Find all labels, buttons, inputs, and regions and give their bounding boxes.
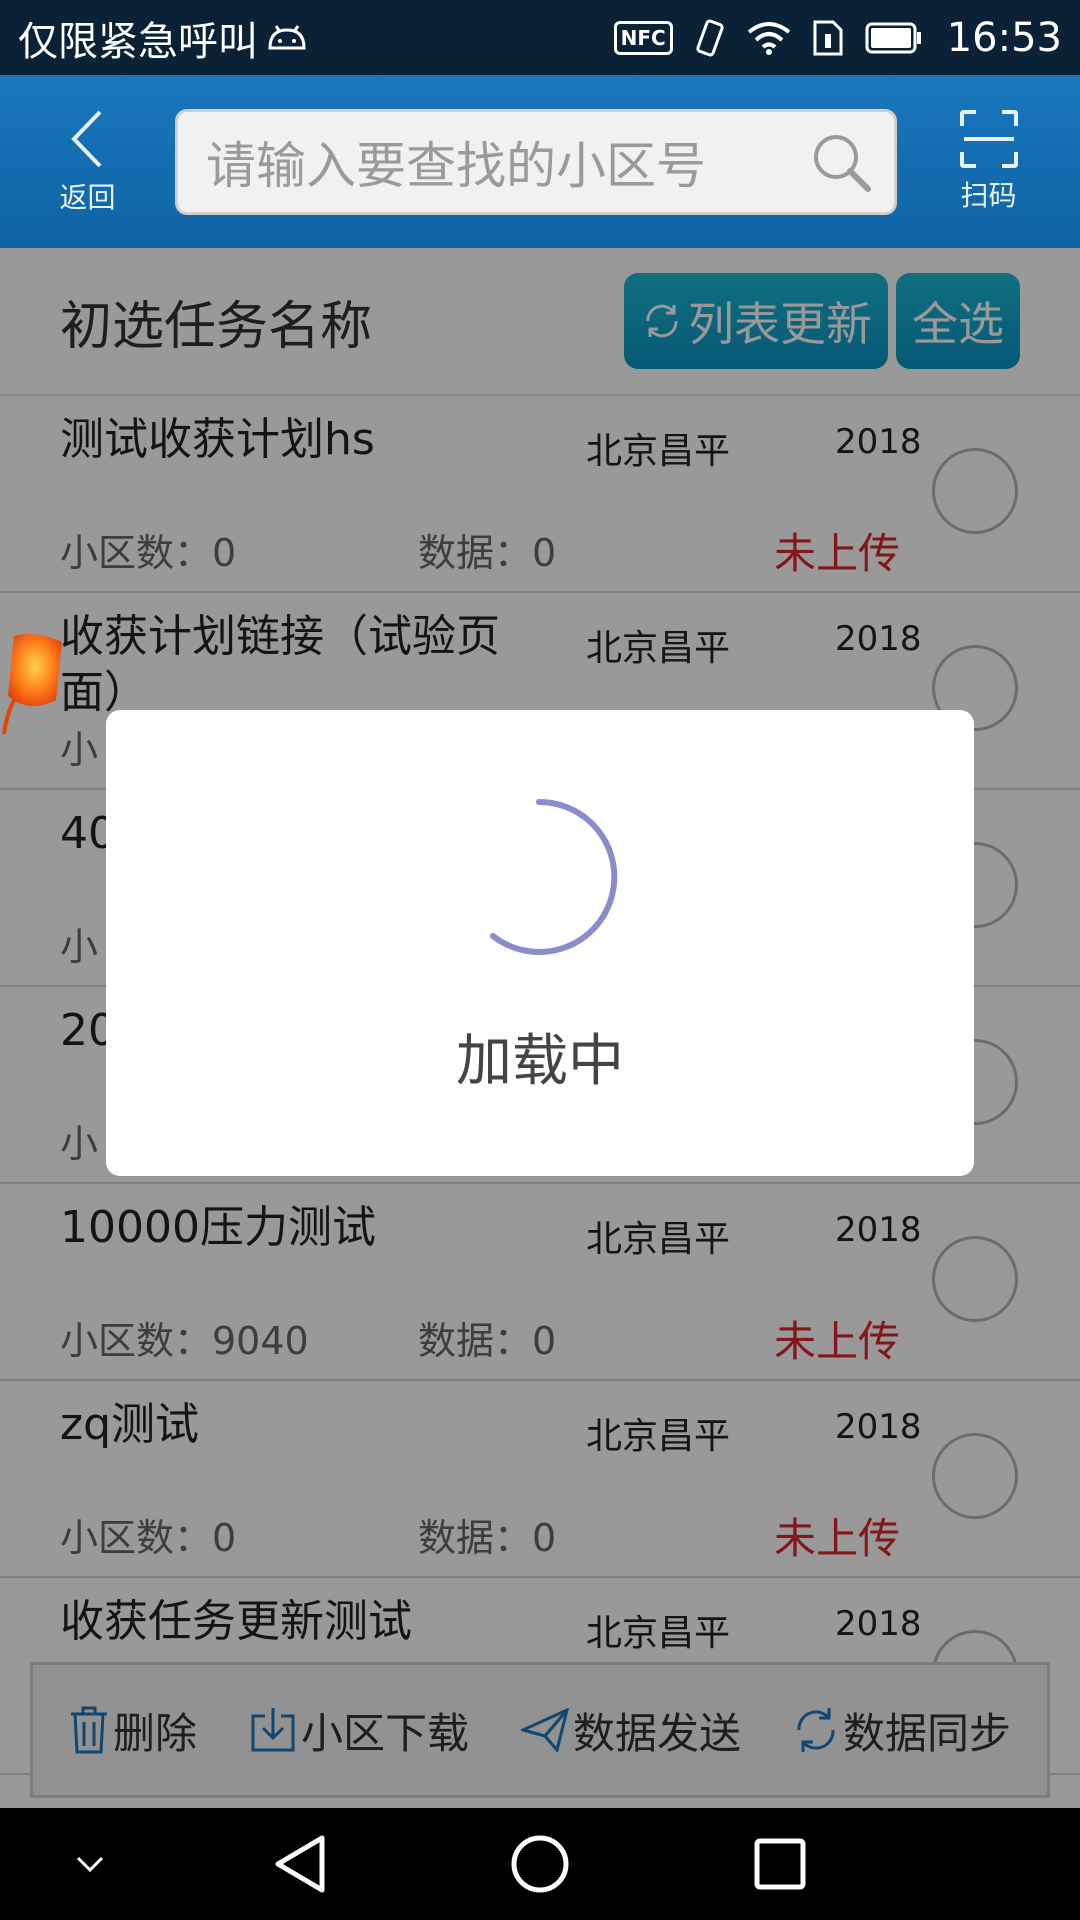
circle-home-icon [511, 1835, 569, 1893]
square-recents-icon [754, 1838, 806, 1890]
back-button[interactable]: 返回 [0, 75, 175, 248]
clock: 16:53 [946, 14, 1062, 61]
android-icon [268, 24, 306, 49]
loading-text: 加载中 [456, 1029, 624, 1094]
nav-back-button[interactable] [250, 1808, 350, 1920]
back-label: 返回 [59, 180, 116, 214]
triangle-back-icon [275, 1835, 325, 1893]
scan-label: 扫码 [960, 178, 1017, 212]
search-placeholder: 请输入要查找的小区号 [206, 136, 706, 195]
vibrate-icon [696, 19, 724, 56]
scan-icon [959, 109, 1018, 168]
loading-spinner [490, 798, 618, 955]
nav-collapse-button[interactable] [50, 1808, 130, 1920]
app-header: 返回 请输入要查找的小区号 扫码 [0, 75, 1080, 248]
sim-icon [813, 20, 843, 55]
lantern-icon [2, 634, 62, 735]
wifi-icon [747, 21, 790, 55]
back-icon [70, 110, 101, 167]
nfc-icon: NFC [613, 20, 673, 55]
nav-recents-button[interactable] [730, 1808, 830, 1920]
search-icon[interactable] [810, 131, 872, 193]
loading-dialog: 加载中 [106, 710, 974, 1176]
battery-icon [865, 22, 921, 53]
carrier-text: 仅限紧急呼叫 [18, 18, 258, 65]
chevron-down-icon [76, 1856, 104, 1873]
nav-home-button[interactable] [490, 1808, 590, 1920]
search-input[interactable]: 请输入要查找的小区号 [175, 108, 897, 215]
scan-button[interactable]: 扫码 [897, 75, 1080, 248]
system-nav-bar [0, 1808, 1080, 1920]
status-bar: 仅限紧急呼叫 NFC 16:53 [0, 0, 1080, 75]
